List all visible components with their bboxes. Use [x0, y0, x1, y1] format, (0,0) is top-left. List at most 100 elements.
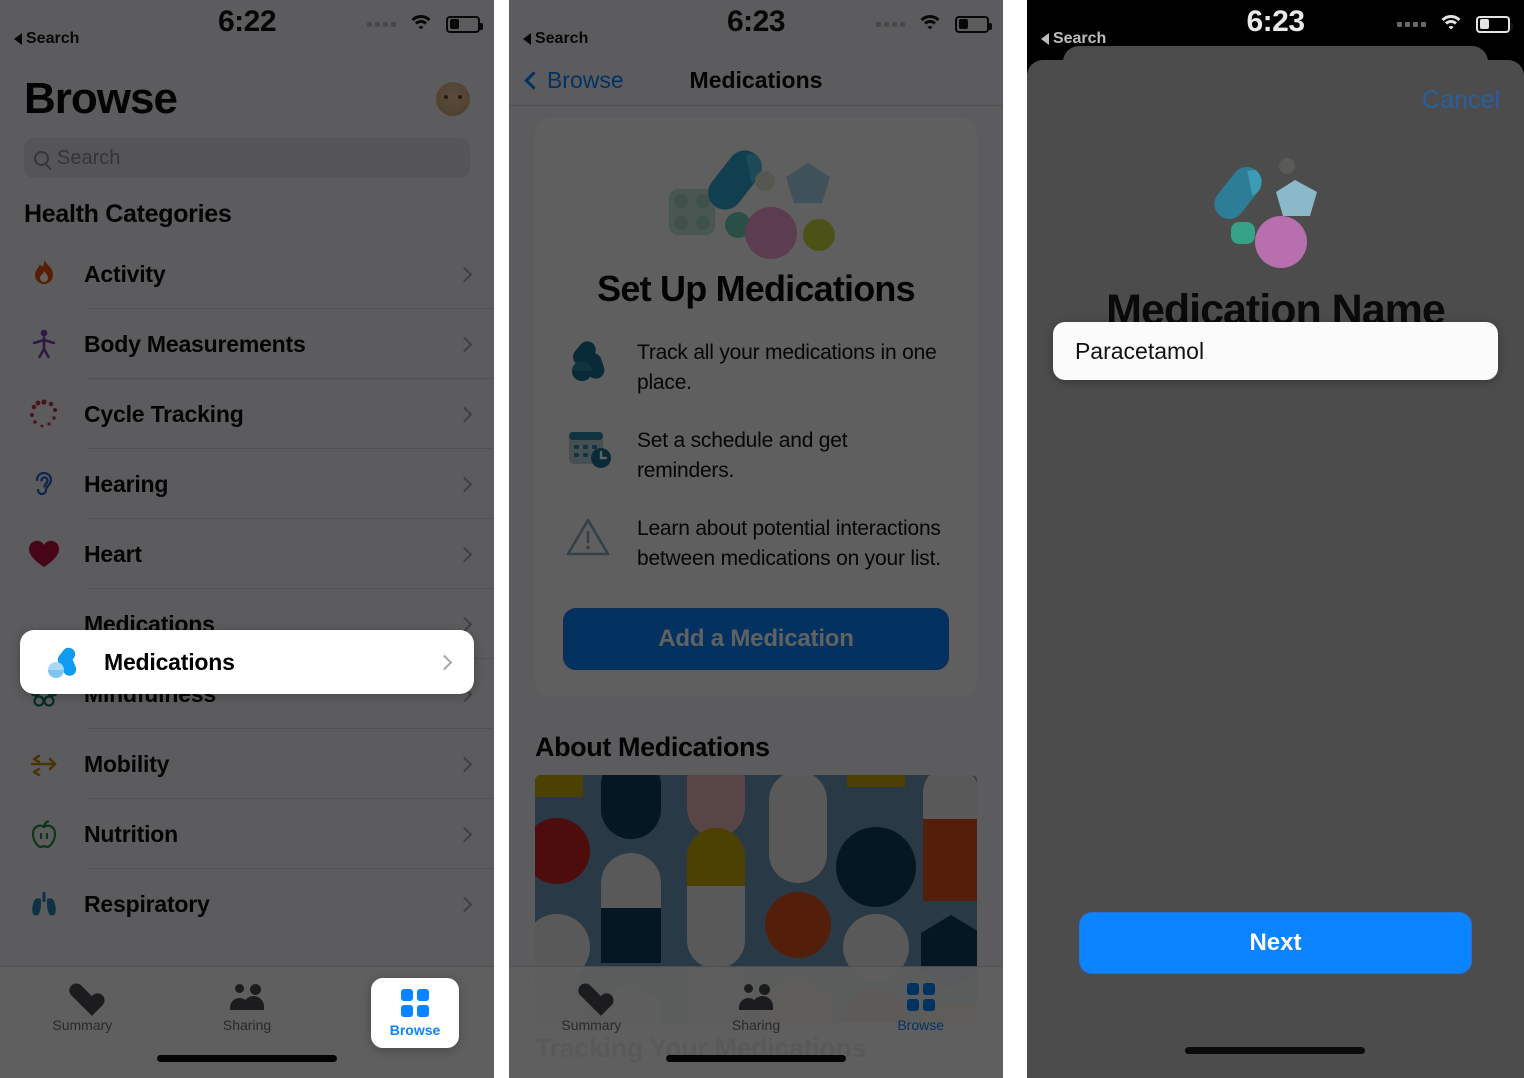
status-bar: 6:23 Search [509, 0, 1003, 56]
chevron-right-icon [456, 826, 473, 842]
chevron-right-icon [436, 654, 453, 670]
sidebar-item-body-measurements[interactable]: Body Measurements [0, 309, 495, 379]
screenshot-stage: 6:22 Search Browse Search Health Categor… [0, 0, 1524, 1078]
search-input[interactable]: Search [24, 138, 471, 178]
status-bar: 6:22 Search [0, 0, 494, 56]
setup-card: Set Up Medications Track all your medica… [534, 118, 978, 696]
battery-icon [446, 15, 484, 33]
panel-gap [1003, 0, 1015, 1078]
tab-sharing[interactable]: Sharing [165, 981, 330, 1033]
respiratory-lungs-icon [24, 884, 64, 924]
tab-label: Sharing [731, 1017, 781, 1033]
chevron-right-icon [456, 336, 473, 352]
sidebar-item-respiratory[interactable]: Respiratory [0, 869, 494, 939]
wifi-icon [407, 14, 435, 34]
heart-icon [68, 981, 96, 1013]
spotlight-label: Medications [104, 648, 235, 675]
chevron-right-icon [456, 896, 473, 912]
status-right-icons [1397, 14, 1513, 34]
cycle-tracking-icon [24, 394, 64, 434]
chevron-right-icon [456, 476, 473, 492]
tab-label: Browse [389, 1021, 441, 1038]
status-back-label: Search [534, 30, 589, 47]
status-right-icons [367, 14, 484, 34]
chevron-right-icon [456, 756, 473, 772]
status-back-to-search[interactable]: Search [14, 30, 79, 48]
sidebar-item-cycle-tracking[interactable]: Cycle Tracking [0, 379, 495, 449]
tab-label: Summary [52, 1017, 113, 1033]
activity-flame-icon [24, 254, 64, 294]
sidebar-item-label: Nutrition [84, 820, 179, 847]
sidebar-item-label: Body Measurements [84, 330, 306, 357]
pills-illustration [555, 140, 957, 260]
heart-icon [24, 534, 64, 574]
sidebar-item-label: Mobility [84, 750, 170, 777]
medication-name-sheet: Cancel Medication Name Next [1026, 60, 1524, 1078]
back-triangle-icon [1040, 33, 1049, 45]
mobility-arrows-icon [24, 744, 64, 784]
medication-name-value: Paracetamol [1074, 337, 1205, 364]
cancel-button[interactable]: Cancel [1422, 86, 1500, 115]
tab-label: Summary [561, 1017, 622, 1033]
signal-dots-icon [876, 21, 906, 27]
search-placeholder: Search [57, 146, 121, 169]
heart-icon [577, 981, 605, 1013]
next-button[interactable]: Next [1078, 912, 1472, 974]
section-title-health-categories: Health Categories [24, 200, 232, 228]
medications-pills-icon [44, 642, 84, 682]
sidebar-item-label: Cycle Tracking [84, 400, 244, 427]
search-icon [34, 150, 49, 166]
health-categories-list: Activity Body Measurements Cycle Trackin… [0, 239, 495, 939]
sidebar-item-mobility[interactable]: Mobility [0, 729, 495, 799]
tab-summary[interactable]: Summary [509, 981, 674, 1033]
status-back-to-search[interactable]: Search [522, 30, 589, 48]
browse-header: Browse Search [0, 56, 494, 178]
chevron-right-icon [456, 546, 473, 562]
spotlight-medications-row[interactable]: Medications [20, 630, 475, 694]
signal-dots-icon [367, 21, 397, 27]
home-indicator [157, 1055, 338, 1062]
medication-name-input[interactable]: Paracetamol [1052, 322, 1498, 380]
nutrition-apple-icon [24, 814, 64, 854]
nav-title: Medications [689, 67, 823, 93]
wifi-icon [1437, 14, 1465, 34]
status-time: 6:23 [726, 5, 786, 38]
tab-browse[interactable]: Browse [838, 981, 1003, 1033]
sidebar-item-nutrition[interactable]: Nutrition [0, 799, 495, 869]
chevron-right-icon [456, 266, 473, 282]
sidebar-item-label: Hearing [84, 470, 169, 497]
status-back-label: Search [26, 30, 80, 47]
feature-text: Track all your medications in one place. [636, 341, 937, 394]
feature-text: Set a schedule and get reminders. [636, 429, 848, 482]
calendar-clock-icon [563, 422, 617, 476]
sidebar-item-activity[interactable]: Activity [0, 239, 495, 309]
grid-icon [906, 981, 935, 1013]
add-medication-button[interactable]: Add a Medication [562, 608, 950, 670]
wifi-icon [916, 14, 944, 34]
body-measurements-icon [24, 324, 64, 364]
avatar[interactable] [436, 82, 471, 116]
battery-icon [1476, 15, 1513, 33]
battery-icon [955, 15, 993, 33]
people-icon [739, 981, 773, 1013]
sidebar-item-heart[interactable]: Heart [0, 519, 495, 589]
status-time: 6:22 [218, 5, 277, 38]
spotlight-browse-tab[interactable]: Browse [371, 978, 459, 1048]
grid-icon [401, 988, 429, 1017]
feature-row: Track all your medications in one place. [555, 334, 957, 398]
tab-summary[interactable]: Summary [0, 981, 165, 1033]
warning-triangle-icon [563, 510, 617, 564]
chevron-right-icon [456, 406, 473, 422]
scroll-content[interactable]: Set Up Medications Track all your medica… [509, 106, 1003, 1078]
back-button[interactable]: Browse [524, 67, 624, 94]
back-triangle-icon [14, 33, 22, 45]
panel-gap [494, 0, 509, 1078]
tab-sharing[interactable]: Sharing [674, 981, 839, 1033]
sidebar-item-label: Activity [84, 260, 166, 287]
sidebar-item-hearing[interactable]: Hearing [0, 449, 495, 519]
tab-label: Sharing [222, 1017, 272, 1033]
phone-panel-medications: 6:23 Search Browse Medications Set Up Me… [508, 0, 1004, 1078]
modal-sheet-stack: Cancel Medication Name Next [1026, 46, 1524, 1078]
sidebar-item-label: Heart [84, 540, 142, 567]
feature-row: Set a schedule and get reminders. [555, 422, 957, 486]
